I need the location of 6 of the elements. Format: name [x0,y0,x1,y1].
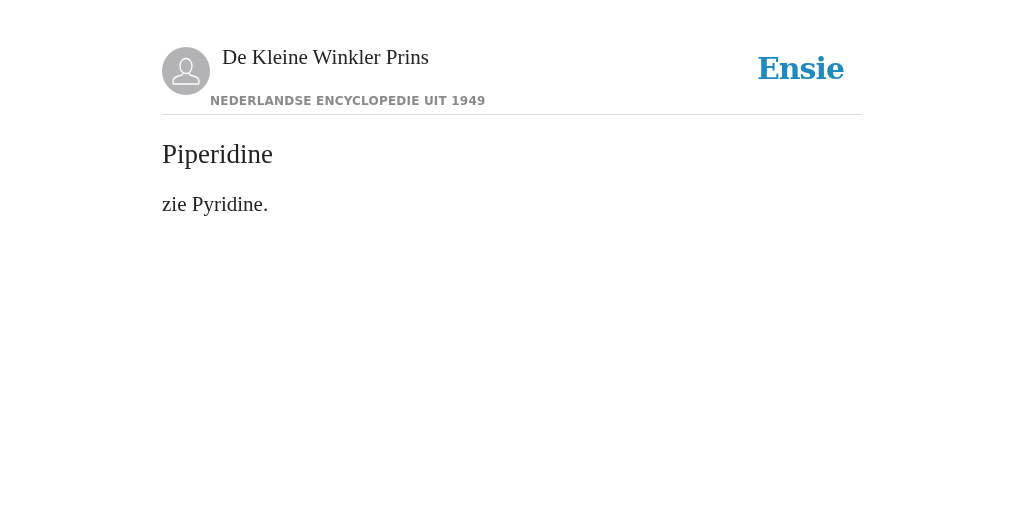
article-title: Piperidine [162,139,274,170]
author-name[interactable]: De Kleine Winkler Prins [222,45,429,70]
article-text: zie Pyridine. [162,192,270,217]
subtitle: NEDERLANDSE ENCYCLOPEDIE UIT 1949 [210,94,486,108]
avatar-icon [162,47,210,95]
site-logo[interactable]: Ensie [756,51,844,86]
